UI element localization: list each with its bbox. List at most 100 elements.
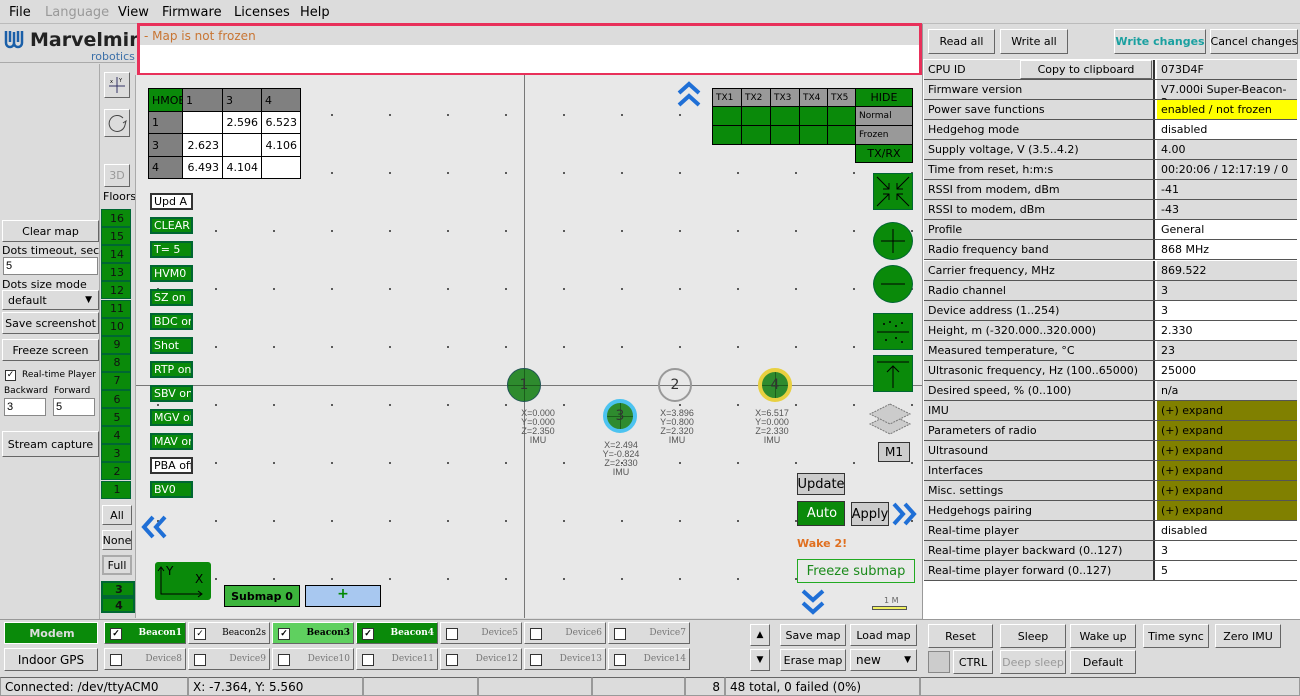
axis-toggle-button[interactable]: xY (104, 72, 130, 98)
zero-imu-button[interactable]: Zero IMU (1215, 624, 1281, 648)
scroll-up-icon[interactable] (676, 80, 702, 108)
device-device10[interactable]: Device10 (272, 648, 354, 670)
param-value[interactable]: (+) expand (1157, 420, 1297, 440)
floor-button-5[interactable]: 5 (101, 408, 131, 427)
map-toggle-sz-on[interactable]: SZ on (150, 289, 193, 306)
floor-button-2[interactable]: 2 (101, 462, 131, 481)
deep-sleep-button[interactable]: Deep sleep (1000, 650, 1066, 674)
erase-map-button[interactable]: Erase map (780, 649, 846, 671)
device-beacon3[interactable]: ✓ Beacon3 (272, 622, 354, 644)
save-map-button[interactable]: Save map (780, 624, 846, 646)
floor-extra-4[interactable]: 4 (101, 597, 135, 613)
ctrl-button[interactable]: CTRL (953, 650, 993, 674)
device-checkbox[interactable] (530, 654, 542, 666)
zoom-out-button[interactable] (873, 265, 913, 303)
wake-up-button[interactable]: Wake up (1070, 624, 1136, 648)
floor-button-16[interactable]: 16 (101, 209, 131, 227)
load-map-button[interactable]: Load map (850, 624, 917, 646)
device-checkbox[interactable]: ✓ (110, 628, 122, 640)
device-checkbox[interactable] (194, 654, 206, 666)
device-device6[interactable]: Device6 (524, 622, 606, 644)
device-device13[interactable]: Device13 (524, 648, 606, 670)
map-toggle-upd-a[interactable]: Upd A (150, 193, 193, 210)
map-select[interactable]: new ▼ (850, 649, 917, 671)
param-value[interactable]: (+) expand (1157, 461, 1297, 480)
scroll-left-icon[interactable] (140, 514, 168, 540)
floor-button-10[interactable]: 10 (101, 317, 131, 336)
map-toggle-hvm0[interactable]: HVM0 (150, 265, 193, 282)
floor-button-1[interactable]: 1 (101, 480, 131, 499)
realtime-player-checkbox[interactable]: ✓ (5, 370, 16, 381)
device-checkbox[interactable] (110, 654, 122, 666)
write-all-button[interactable]: Write all (1000, 29, 1068, 54)
device-page-down-button[interactable]: ▼ (750, 649, 770, 671)
cancel-changes-button[interactable]: Cancel changes (1210, 29, 1298, 54)
device-checkbox[interactable] (530, 628, 542, 640)
param-value[interactable]: (+) expand (1157, 501, 1297, 521)
device-checkbox[interactable]: ✓ (362, 628, 374, 640)
backward-input[interactable] (4, 398, 46, 416)
freeze-submap-button[interactable]: Freeze submap (797, 559, 915, 583)
axis-orientation-button[interactable]: Y X (155, 562, 211, 600)
clear-map-button[interactable]: Clear map (2, 220, 99, 242)
device-checkbox[interactable]: ✓ (278, 628, 290, 640)
device-checkbox[interactable] (446, 628, 458, 640)
dots-size-select[interactable]: default ▼ (2, 290, 99, 310)
default-button[interactable]: Default (1070, 650, 1136, 674)
update-button[interactable]: Update (797, 473, 845, 495)
device-device5[interactable]: Device5 (440, 622, 522, 644)
add-submap-button[interactable]: + (305, 585, 381, 607)
map-toggle-sbv-on[interactable]: SBV on (150, 385, 193, 402)
floors-full-button[interactable]: Full (102, 555, 132, 575)
device-checkbox[interactable] (614, 628, 626, 640)
floor-button-6[interactable]: 6 (101, 390, 131, 408)
device-device11[interactable]: Device11 (356, 648, 438, 670)
device-checkbox[interactable] (278, 654, 290, 666)
floor-button-9[interactable]: 9 (101, 335, 131, 354)
modem-button[interactable]: Modem (4, 622, 98, 644)
floor-button-7[interactable]: 7 (101, 371, 131, 390)
floor-button-4[interactable]: 4 (101, 426, 131, 445)
map-toggle-pba-off[interactable]: PBA off (150, 457, 193, 474)
device-beacon2s[interactable]: ✓ Beacon2s (188, 622, 270, 644)
beacon-3[interactable]: 3 (603, 399, 637, 433)
param-value[interactable]: (+) expand (1157, 481, 1297, 501)
submap-0-tab[interactable]: Submap 0 (224, 585, 300, 607)
param-value[interactable]: 25000 (1157, 360, 1297, 380)
floors-none-button[interactable]: None (102, 530, 132, 550)
beacon-2[interactable]: 2 (658, 368, 692, 402)
scroll-down-icon[interactable] (800, 588, 826, 616)
copy-to-clipboard-button[interactable]: Copy to clipboard (1020, 60, 1152, 79)
menu-file[interactable]: File (9, 5, 31, 20)
save-screenshot-button[interactable]: Save screenshot (2, 312, 99, 334)
stream-capture-button[interactable]: Stream capture (2, 431, 99, 457)
top-view-button[interactable] (873, 355, 913, 392)
map-toggle-mgv-on[interactable]: MGV on (150, 409, 193, 426)
device-beacon1[interactable]: ✓ Beacon1 (104, 622, 186, 644)
floors-all-button[interactable]: All (102, 505, 132, 525)
apply-button[interactable]: Apply (851, 502, 889, 526)
3d-button[interactable]: 3D (104, 164, 130, 187)
floor-button-13[interactable]: 13 (101, 263, 131, 282)
freeze-screen-button[interactable]: Freeze screen (2, 339, 99, 361)
param-value[interactable]: 868 MHz (1157, 240, 1297, 260)
map-toggle-shot[interactable]: Shot (150, 337, 193, 354)
indoor-gps-button[interactable]: Indoor GPS (4, 648, 98, 671)
floor-extra-3[interactable]: 3 (101, 581, 135, 597)
beacon-4[interactable]: 4 (758, 368, 792, 402)
device-checkbox[interactable] (362, 654, 374, 666)
map-toggle-t-5[interactable]: T= 5 (150, 241, 193, 258)
floor-button-8[interactable]: 8 (101, 353, 131, 372)
forward-input[interactable] (53, 398, 95, 416)
menu-firmware[interactable]: Firmware (162, 5, 222, 20)
device-checkbox[interactable] (446, 654, 458, 666)
device-beacon4[interactable]: ✓ Beacon4 (356, 622, 438, 644)
layers-icon[interactable] (866, 400, 914, 438)
param-value[interactable]: (+) expand (1157, 440, 1297, 460)
dots-filter-button[interactable] (873, 313, 913, 350)
param-value[interactable]: 5 (1157, 561, 1297, 581)
zoom-in-button[interactable] (873, 222, 913, 260)
floor-button-14[interactable]: 14 (101, 245, 131, 264)
floor-button-15[interactable]: 15 (101, 227, 131, 246)
device-device12[interactable]: Device12 (440, 648, 522, 670)
